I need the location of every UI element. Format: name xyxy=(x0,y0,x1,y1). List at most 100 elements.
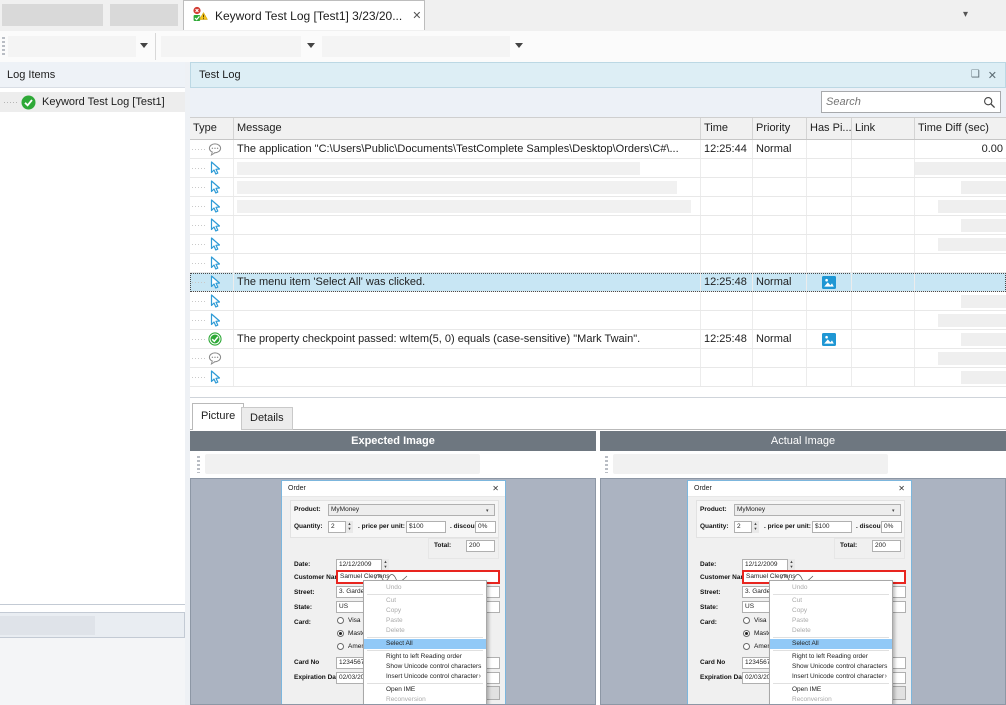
link-cell xyxy=(852,159,915,177)
column-header-time[interactable]: Time xyxy=(701,118,753,139)
action-cursor-icon xyxy=(208,199,220,213)
toolbar-grip-handle[interactable] xyxy=(2,37,5,56)
toolbar-grip-handle[interactable] xyxy=(197,456,200,473)
product-combobox: MyMoney xyxy=(328,504,495,516)
search-icon[interactable] xyxy=(983,96,996,109)
order-dialog-title: Order xyxy=(288,485,306,492)
sidebar-secondary-panel-header xyxy=(0,612,185,638)
action-cursor-icon xyxy=(208,313,220,327)
time-cell xyxy=(701,197,753,215)
inactive-tab-placeholder[interactable] xyxy=(110,4,178,26)
chevron-down-icon[interactable] xyxy=(140,43,148,48)
priority-cell xyxy=(753,292,807,310)
main-toolbar xyxy=(0,31,1006,63)
log-row-2[interactable] xyxy=(190,159,1006,178)
log-row-12[interactable] xyxy=(190,349,1006,368)
type-cell xyxy=(190,330,234,348)
close-icon: ✕ xyxy=(492,484,499,493)
order-dialog-title: Order xyxy=(694,485,712,492)
log-row-7[interactable] xyxy=(190,254,1006,273)
log-row-9[interactable] xyxy=(190,292,1006,311)
tab-list-dropdown-icon[interactable]: ▾ xyxy=(963,9,968,20)
row-gutter xyxy=(192,358,205,359)
log-row-10[interactable] xyxy=(190,311,1006,330)
toolbar-combobox-1[interactable] xyxy=(8,36,136,57)
column-header-priority[interactable]: Priority xyxy=(753,118,807,139)
close-icon[interactable]: ✕ xyxy=(988,69,997,82)
row-gutter xyxy=(192,263,205,264)
discount-field: 0% xyxy=(881,521,902,533)
toolbar-combobox-3[interactable] xyxy=(322,36,510,57)
toolbar-grip-handle[interactable] xyxy=(605,456,608,473)
has-picture-cell xyxy=(807,159,852,177)
tab-details[interactable]: Details xyxy=(241,407,293,430)
link-cell xyxy=(852,216,915,234)
has-picture-cell xyxy=(807,235,852,253)
toolbar-combobox-2[interactable] xyxy=(161,36,301,57)
column-header-time-diff-sec-[interactable]: Time Diff (sec) xyxy=(915,118,1006,139)
spinner-buttons: ▲▼ xyxy=(751,521,759,533)
price-per-unit-field: $100 xyxy=(812,521,852,533)
log-row-3[interactable] xyxy=(190,178,1006,197)
time-cell xyxy=(701,254,753,272)
edit-context-menu: UndoCutCopyPasteDeleteSelect AllRight to… xyxy=(769,580,893,705)
action-cursor-icon xyxy=(208,161,220,175)
actual-image-pane[interactable]: Order✕Product:MyMoney▾Quantity:2▲▼. pric… xyxy=(600,478,1006,705)
actual-image-header: Actual Image xyxy=(600,431,1006,451)
priority-cell xyxy=(753,368,807,386)
has-picture-icon[interactable] xyxy=(822,276,836,289)
link-cell xyxy=(852,368,915,386)
tree-item-keyword-test-log[interactable]: Keyword Test Log [Test1] xyxy=(0,92,185,112)
expected-image-pane[interactable]: Order✕Product:MyMoney▾Quantity:2▲▼. pric… xyxy=(190,478,596,705)
message-bubble-icon xyxy=(208,352,222,365)
redacted-time-diff xyxy=(961,371,1006,384)
menu-separator xyxy=(773,683,889,684)
quantity-label: Quantity: xyxy=(294,523,323,530)
has-picture-cell xyxy=(807,349,852,367)
search-input[interactable] xyxy=(822,96,983,108)
column-header-type[interactable]: Type xyxy=(190,118,234,139)
log-row-5[interactable] xyxy=(190,216,1006,235)
column-header-link[interactable]: Link xyxy=(852,118,915,139)
log-row-1[interactable]: The application "C:\Users\Public\Documen… xyxy=(190,140,1006,159)
search-bar-row xyxy=(190,88,1006,117)
log-row-11[interactable]: The property checkpoint passed: wItem(5,… xyxy=(190,330,1006,349)
log-grid: TypeMessageTimePriorityHas Pi...LinkTime… xyxy=(190,117,1006,398)
message-cell xyxy=(234,254,701,272)
maximize-icon[interactable]: ❑ xyxy=(971,69,980,82)
link-cell xyxy=(852,330,915,348)
type-cell xyxy=(190,178,234,196)
inactive-tab-placeholder[interactable] xyxy=(2,4,103,26)
menu-item-cut: Cut xyxy=(364,596,486,606)
tab-close-icon[interactable]: ✕ xyxy=(412,9,421,22)
log-items-title: Log Items xyxy=(7,69,55,81)
chevron-down-icon[interactable] xyxy=(307,43,315,48)
column-header-has-pi-[interactable]: Has Pi... xyxy=(807,118,852,139)
log-row-4[interactable] xyxy=(190,197,1006,216)
time-diff-cell xyxy=(915,311,1006,329)
action-cursor-icon xyxy=(208,256,220,270)
success-check-icon xyxy=(21,95,36,110)
active-document-tab[interactable]: Keyword Test Log [Test1] 3/23/20... ✕ xyxy=(183,0,425,30)
message-cell xyxy=(234,349,701,367)
log-row-8[interactable]: The menu item 'Select All' was clicked.1… xyxy=(190,273,1006,292)
message-cell xyxy=(234,159,701,177)
log-row-6[interactable] xyxy=(190,235,1006,254)
time-diff-cell xyxy=(915,159,1006,177)
column-header-message[interactable]: Message xyxy=(234,118,701,139)
has-picture-icon[interactable] xyxy=(822,333,836,346)
product-label: Product: xyxy=(294,506,321,513)
message-cell xyxy=(234,216,701,234)
message-cell: The property checkpoint passed: wItem(5,… xyxy=(234,330,701,348)
card-label: Card: xyxy=(294,619,311,626)
chevron-down-icon[interactable] xyxy=(515,43,523,48)
has-picture-cell xyxy=(807,178,852,196)
tab-picture[interactable]: Picture xyxy=(192,403,244,430)
row-gutter xyxy=(192,206,205,207)
log-row-13[interactable] xyxy=(190,368,1006,387)
row-gutter xyxy=(192,282,205,283)
redacted-message xyxy=(237,162,640,175)
time-cell xyxy=(701,368,753,386)
menu-item-reconversion: Reconversion xyxy=(770,695,892,705)
menu-item-open-ime: Open IME xyxy=(770,685,892,695)
